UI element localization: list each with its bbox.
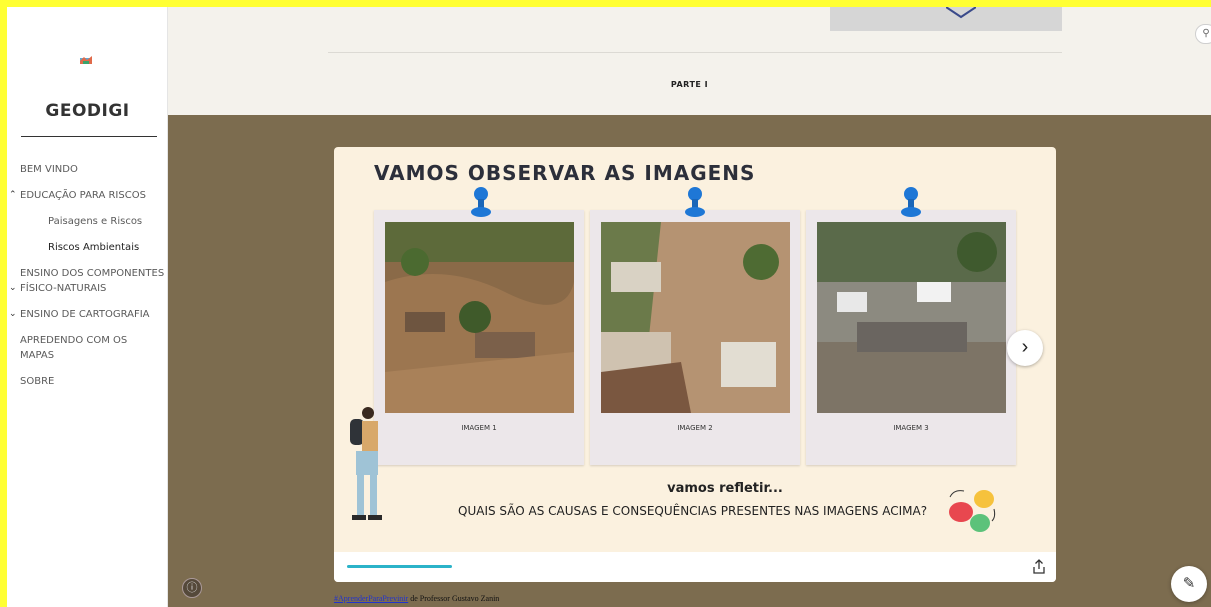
reflect-question: QUAIS SÃO AS CAUSAS E CONSEQUÊNCIAS PRES… xyxy=(458,504,928,518)
slide-progress-bar xyxy=(347,565,452,568)
share-icon[interactable] xyxy=(1032,559,1046,575)
header-divider xyxy=(328,52,1062,53)
page-header: PARTE I ⚲ xyxy=(168,7,1211,115)
header-image xyxy=(830,7,1062,31)
pushpin-icon xyxy=(901,187,921,217)
slide-card: VAMOS OBSERVAR AS IMAGENS IMAGEM 1 IMAGE… xyxy=(334,147,1056,582)
info-icon: ⓘ xyxy=(186,582,198,594)
pushpin-icon xyxy=(685,187,705,217)
hiker-illustration xyxy=(350,407,382,520)
flood-photo-3 xyxy=(817,222,1006,413)
chevron-right-icon: › xyxy=(1021,336,1029,358)
main-content: VAMOS OBSERVAR AS IMAGENS IMAGEM 1 IMAGE… xyxy=(168,115,1211,607)
chevron-down-icon[interactable]: ⌄ xyxy=(9,307,17,322)
image-caption: IMAGEM 2 xyxy=(677,424,713,432)
image-caption: IMAGEM 3 xyxy=(893,424,929,432)
next-slide-button[interactable]: › xyxy=(1007,330,1043,366)
image-card-1[interactable]: IMAGEM 1 xyxy=(374,187,584,465)
nav-item-ensino-componentes[interactable]: ⌄ ENSINO DOS COMPONENTES FÍSICO-NATURAIS xyxy=(7,266,168,296)
chevron-down-icon[interactable]: ⌄ xyxy=(9,281,17,296)
image-credit: #AprenderParaPrevinir de Professor Gusta… xyxy=(334,594,499,603)
landslide-photo-2 xyxy=(601,222,790,413)
title-divider xyxy=(21,136,157,137)
image-card-2[interactable]: IMAGEM 2 xyxy=(590,187,800,465)
sidebar-nav: BEM VINDO ⌃ EDUCAÇÃO PARA RISCOS Paisage… xyxy=(7,162,168,400)
edit-button[interactable]: ✎ xyxy=(1171,566,1207,602)
page-frame: GEODIGI BEM VINDO ⌃ EDUCAÇÃO PARA RISCOS… xyxy=(7,7,1211,607)
search-button[interactable]: ⚲ xyxy=(1195,24,1211,44)
hashtag-link[interactable]: #AprenderParaPrevinir xyxy=(334,594,408,603)
sidebar: GEODIGI BEM VINDO ⌃ EDUCAÇÃO PARA RISCOS… xyxy=(7,7,168,607)
chat-bubbles-icon xyxy=(949,490,996,532)
nav-item-educacao-para-riscos[interactable]: ⌃ EDUCAÇÃO PARA RISCOS xyxy=(7,188,168,203)
slide-footer xyxy=(334,552,1056,582)
image-card-3[interactable]: IMAGEM 3 xyxy=(806,187,1016,465)
chevron-up-icon[interactable]: ⌃ xyxy=(9,188,17,203)
section-label: PARTE I xyxy=(670,80,709,89)
chevron-graphic-icon xyxy=(946,7,976,19)
nav-item-sobre[interactable]: SOBRE xyxy=(7,374,168,389)
pushpin-icon xyxy=(471,187,491,217)
nav-item-ensino-cartografia[interactable]: ⌄ ENSINO DE CARTOGRAFIA xyxy=(7,307,168,322)
search-icon: ⚲ xyxy=(1202,28,1210,39)
image-caption: IMAGEM 1 xyxy=(461,424,497,432)
map-logo-icon[interactable] xyxy=(80,55,92,65)
nav-item-label: ENSINO DE CARTOGRAFIA xyxy=(20,309,150,320)
credit-text: de Professor Gustavo Zanin xyxy=(408,594,500,603)
info-button[interactable]: ⓘ xyxy=(182,578,202,598)
site-title[interactable]: GEODIGI xyxy=(7,101,168,121)
nav-item-label: EDUCAÇÃO PARA RISCOS xyxy=(20,190,146,201)
nav-item-aprendendo-mapas[interactable]: APREDENDO COM OS MAPAS xyxy=(7,333,168,363)
slide-title: VAMOS OBSERVAR AS IMAGENS xyxy=(374,161,756,185)
nav-item-label: ENSINO DOS COMPONENTES FÍSICO-NATURAIS xyxy=(20,268,165,294)
pencil-icon: ✎ xyxy=(1182,575,1196,592)
landslide-photo-1 xyxy=(385,222,574,413)
nav-item-paisagens-e-riscos[interactable]: Paisagens e Riscos xyxy=(7,214,168,229)
nav-item-riscos-ambientais[interactable]: Riscos Ambientais xyxy=(7,240,168,255)
nav-item-bem-vindo[interactable]: BEM VINDO xyxy=(7,162,168,177)
